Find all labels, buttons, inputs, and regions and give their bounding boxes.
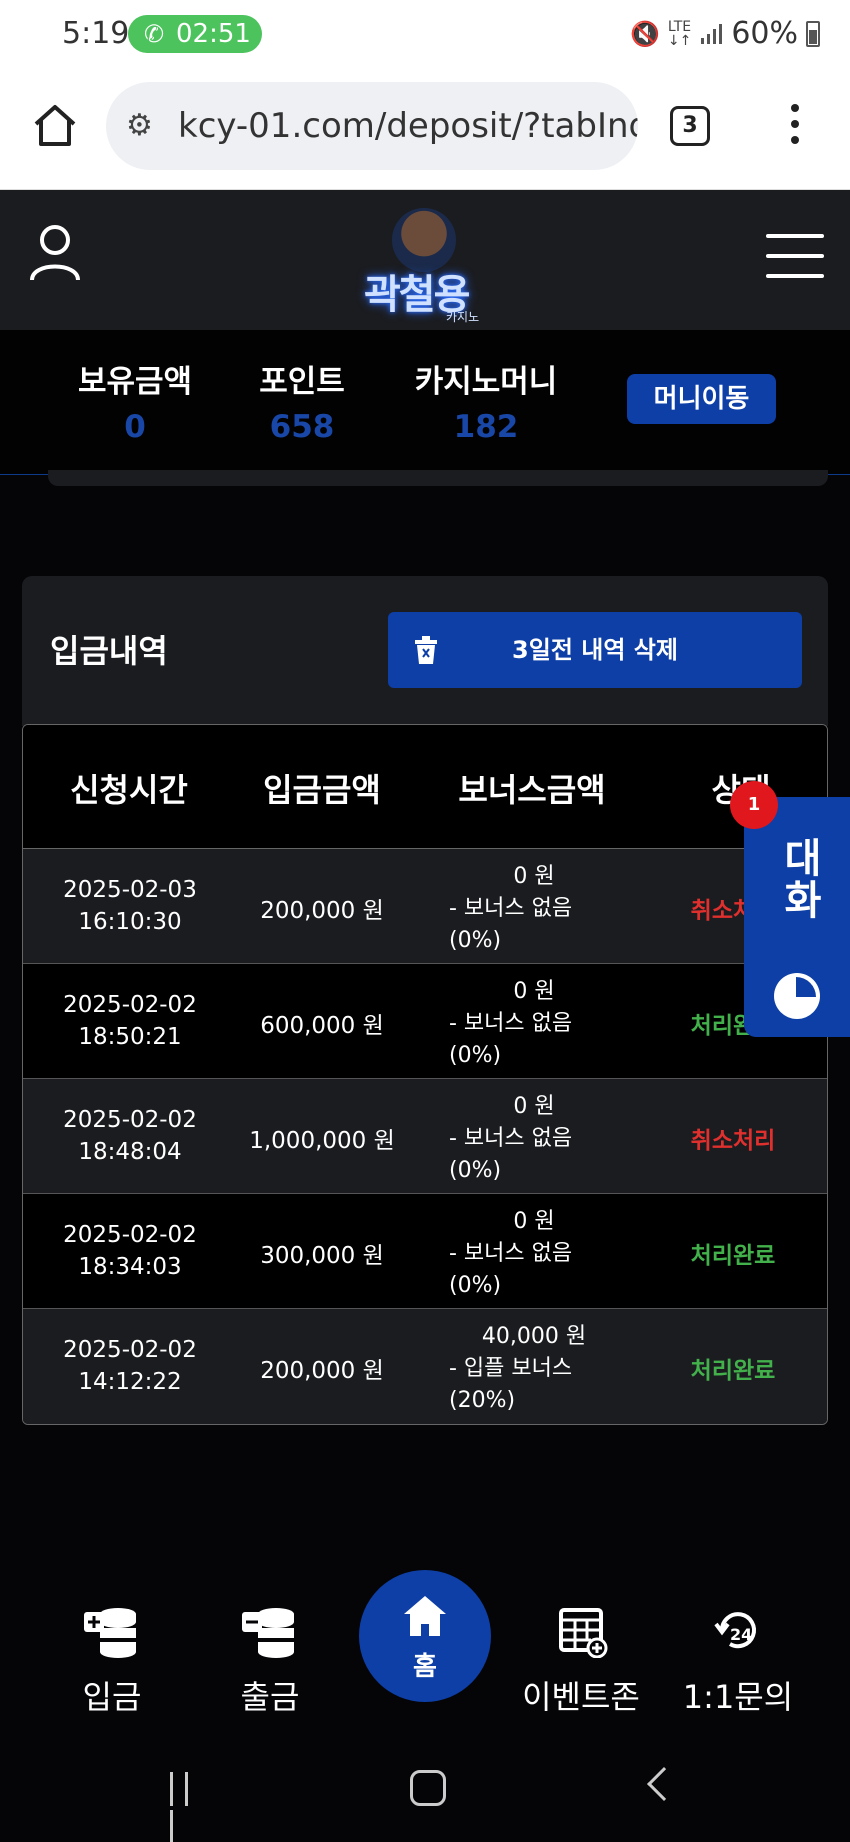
status-time: 5:19: [62, 16, 130, 51]
bonus-amount: 0 원- 보너스 없음 (0%): [449, 1209, 573, 1298]
nav-label: 홈: [413, 1652, 437, 1682]
chat-label: 대화: [776, 837, 822, 921]
deposit-history-table: 신청시간 입금금액 보너스금액 상태 2025-02-0316:10:30 20…: [22, 724, 828, 1425]
balance-points: 포인트 658: [240, 356, 364, 445]
more-menu-icon[interactable]: [788, 104, 802, 150]
bonus-amount: 0 원- 보너스 없음 (0%): [449, 1094, 573, 1183]
nav-label: 1:1문의: [682, 1678, 794, 1716]
deposit-amount: 600,000 원: [260, 1013, 384, 1039]
deposit-amount: 1,000,000 원: [249, 1128, 395, 1154]
table-row: 2025-02-02 14:12:22 200,000 원 40,000 원- 입…: [23, 1309, 827, 1424]
chat-unread-badge: 1: [730, 781, 778, 829]
svg-text:24: 24: [730, 1625, 752, 1644]
bottom-nav: 입금 출금 홈 이벤트존 24 1:1문의: [0, 1560, 850, 1730]
status-icons: 🔇 LTE ↓↑ 60%: [630, 16, 820, 51]
request-time: 2025-02-02 18:50:21: [63, 992, 197, 1050]
site-settings-icon[interactable]: ⚙: [126, 82, 153, 170]
chat-widget-button[interactable]: 대화: [744, 797, 850, 1037]
column-header: 보너스금액: [458, 771, 606, 809]
balance-label: 보유금액: [77, 364, 193, 400]
call-timer: 02:51: [176, 19, 251, 49]
tab-switcher-button[interactable]: 3: [670, 106, 710, 146]
deposit-amount: 200,000 원: [260, 1358, 384, 1384]
request-time: 2025-02-03 16:10:30: [63, 877, 197, 935]
chat-bubble-icon: [774, 973, 820, 1019]
status-badge: 처리완료: [690, 1243, 776, 1269]
browser-toolbar: ⚙ kcy-01.com/deposit/?tabInd 3: [0, 70, 850, 190]
bonus-amount: 0 원- 보너스 없음 (0%): [449, 979, 573, 1068]
collapsed-panel-edge: [48, 470, 828, 486]
nav-label: 입금: [82, 1678, 142, 1716]
battery-icon: [806, 20, 820, 47]
table-row: 2025-02-02 18:48:04 1,000,000 원 0 원- 보너스 …: [23, 1079, 827, 1194]
nav-withdraw[interactable]: 출금: [200, 1606, 340, 1718]
deposit-amount: 200,000 원: [260, 898, 384, 924]
table-header: 신청시간 입금금액 보너스금액 상태: [23, 725, 827, 849]
nav-home[interactable]: 홈: [359, 1570, 491, 1702]
nav-label: 이벤트존: [522, 1678, 640, 1716]
balance-bar: 보유금액 0 포인트 658 카지노머니 182 머니이동: [0, 330, 850, 475]
home-icon[interactable]: [30, 100, 80, 150]
user-icon[interactable]: [28, 222, 82, 282]
table-row: 2025-02-03 16:10:30 200,000 원 0 원- 보너스 없음…: [23, 849, 827, 964]
phone-icon: ✆: [144, 20, 165, 48]
trash-icon: [415, 636, 437, 664]
call-indicator[interactable]: ✆ 02:51: [128, 15, 262, 53]
money-move-button[interactable]: 머니이동: [627, 374, 776, 424]
balance-value: 0: [124, 409, 146, 445]
balance-label: 카지노머니: [414, 364, 558, 400]
nav-label: 출금: [240, 1678, 300, 1716]
balance-value: 658: [269, 409, 335, 445]
balance-holding: 보유금액 0: [70, 356, 200, 445]
bonus-amount: 0 원- 보너스 없음 (0%): [449, 864, 573, 953]
battery-percent: 60%: [731, 16, 798, 51]
deposit-history-panel: 입금내역 3일전 내역 삭제: [22, 576, 828, 726]
table-row: 2025-02-02 18:34:03 300,000 원 0 원- 보너스 없음…: [23, 1194, 827, 1309]
request-time: 2025-02-02 18:48:04: [63, 1107, 197, 1165]
house-icon: [404, 1596, 446, 1636]
balance-label: 포인트: [259, 364, 345, 400]
signal-icon: [701, 23, 723, 44]
bonus-amount: 40,000 원- 입플 보너스 (20%): [449, 1324, 587, 1413]
logo-subtext: 카지노: [446, 310, 480, 324]
status-badge: 취소처리: [690, 1128, 776, 1154]
recent-apps-icon[interactable]: [170, 1772, 210, 1842]
deposit-amount: 300,000 원: [260, 1243, 384, 1269]
url-text: kcy-01.com/deposit/?tabInd: [178, 106, 638, 146]
back-icon[interactable]: [647, 1767, 681, 1801]
balance-casino-money: 카지노머니 182: [406, 356, 566, 445]
column-header: 입금금액: [263, 771, 381, 809]
hamburger-menu-icon[interactable]: [766, 234, 824, 278]
mute-icon: 🔇: [629, 19, 660, 48]
nav-deposit[interactable]: 입금: [42, 1606, 182, 1718]
calendar-plus-icon: [559, 1608, 608, 1659]
support-24-icon: 24: [714, 1612, 756, 1649]
system-nav-bar: [0, 1740, 850, 1842]
request-time: 2025-02-02 14:12:22: [63, 1337, 197, 1395]
status-badge: 처리완료: [690, 1358, 776, 1384]
url-field[interactable]: ⚙ kcy-01.com/deposit/?tabInd: [106, 82, 638, 170]
request-time: 2025-02-02 18:34:03: [63, 1222, 197, 1280]
site-logo[interactable]: 곽철용 카지노: [350, 204, 500, 324]
coins-minus-icon: [242, 1608, 294, 1658]
delete-old-history-button[interactable]: 3일전 내역 삭제: [388, 612, 802, 688]
delete-button-label: 3일전 내역 삭제: [512, 636, 678, 664]
column-header: 신청시간: [70, 771, 188, 809]
coins-plus-icon: [84, 1608, 136, 1658]
balance-value: 182: [453, 409, 519, 445]
deposit-history-title: 입금내역: [50, 632, 168, 670]
site-header: 곽철용 카지노: [0, 190, 850, 330]
nav-inquiry[interactable]: 24 1:1문의: [668, 1606, 808, 1718]
table-row: 2025-02-02 18:50:21 600,000 원 0 원- 보너스 없음…: [23, 964, 827, 1079]
status-bar: 5:19 ✆ 02:51 🔇 LTE ↓↑ 60%: [0, 0, 850, 70]
lte-icon: LTE ↓↑: [667, 18, 692, 49]
system-home-icon[interactable]: [410, 1770, 446, 1806]
nav-event-zone[interactable]: 이벤트존: [510, 1606, 652, 1718]
